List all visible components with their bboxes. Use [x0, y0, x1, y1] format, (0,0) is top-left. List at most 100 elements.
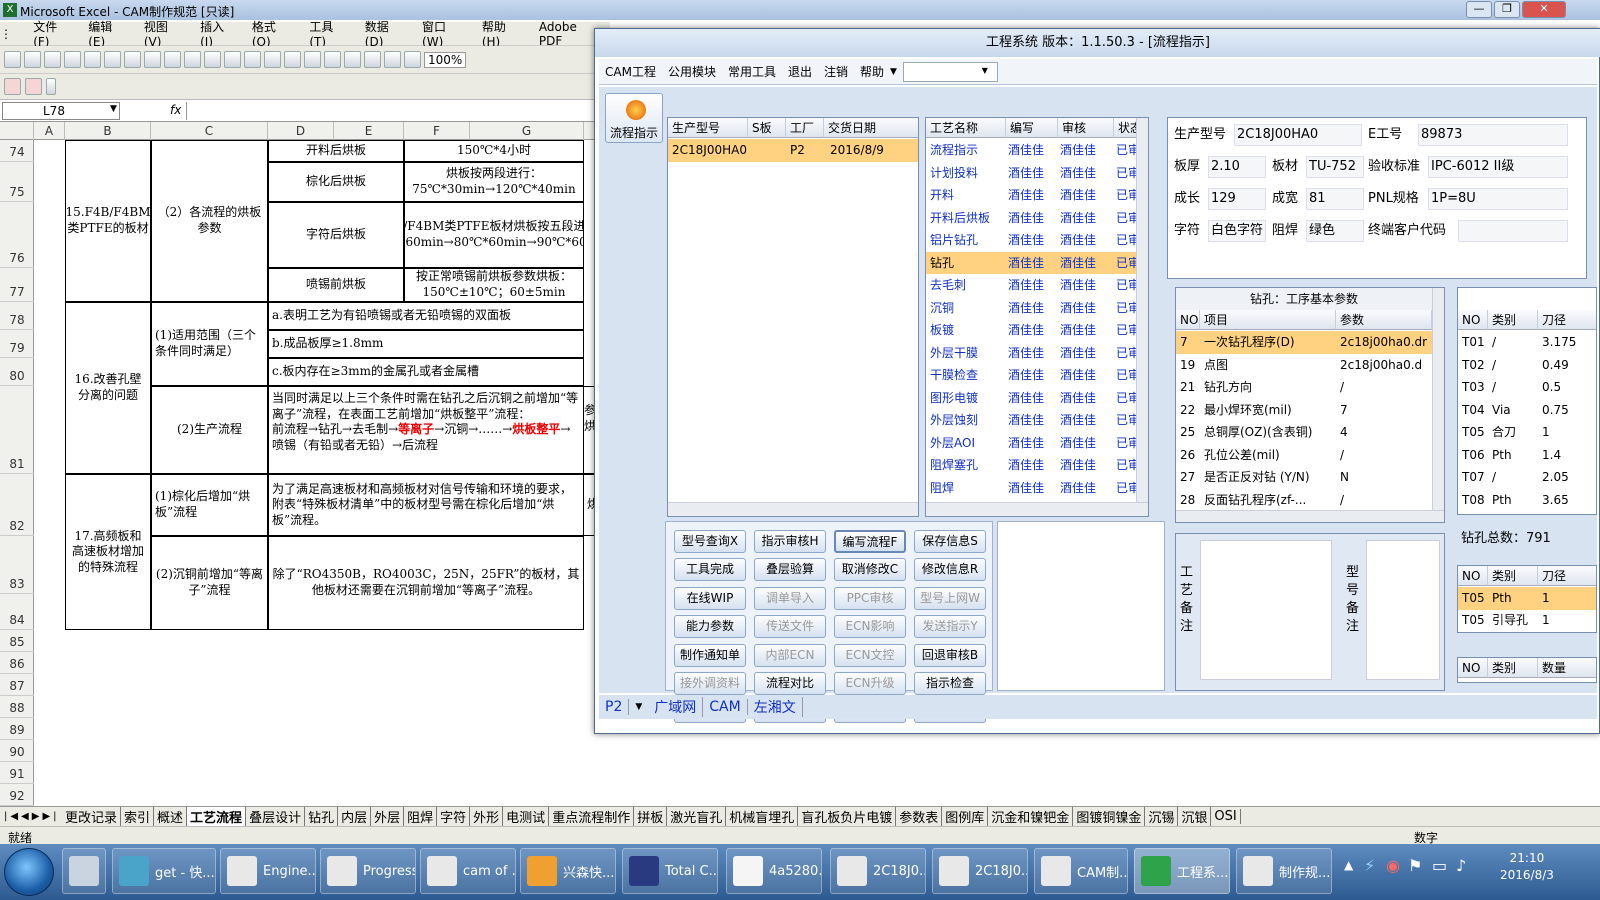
action-button[interactable]: 发送指示Y [914, 615, 986, 639]
action-button[interactable]: ECN影响 [834, 615, 906, 639]
sheet-tab[interactable]: 阻焊 [404, 807, 438, 826]
process-row[interactable]: 外层干膜 酒佳佳 酒佳佳 已审 [926, 342, 1140, 365]
sheet-tab[interactable]: 电测试 [503, 807, 550, 826]
tools2-row[interactable]: T05 引导孔 1 [1458, 609, 1596, 632]
cell-d-82[interactable]: 为了满足高速板材和高频板材对信号传输和环境的要求，附表“特殊板材清单”中的板材型… [268, 474, 584, 536]
row-header[interactable]: 82 [0, 474, 34, 536]
field-pnl[interactable]: 1P=8U [1428, 188, 1568, 210]
process-row[interactable]: 铝片钻孔 酒佳佳 酒佳佳 已审 [926, 229, 1140, 252]
process-row[interactable]: 计划投料 酒佳佳 酒佳佳 已审 [926, 162, 1140, 185]
save-icon[interactable] [44, 51, 61, 68]
hyperlink-icon[interactable] [304, 51, 321, 68]
action-button[interactable]: 指示检查 [914, 672, 986, 695]
flow-indication-button[interactable]: 流程指示 [605, 93, 663, 143]
row-header[interactable]: 81 [0, 386, 34, 474]
paste-icon[interactable] [224, 51, 241, 68]
taskbar-item[interactable]: 2C18J0... [932, 848, 1028, 894]
row-header[interactable]: 89 [0, 718, 34, 740]
taskbar-item[interactable]: 4a5280... [726, 848, 822, 894]
row-header[interactable]: 87 [0, 674, 34, 696]
tray-volume-icon[interactable]: ♪ [1456, 856, 1466, 875]
tools-header[interactable]: 刀径 [1538, 310, 1596, 330]
action-button[interactable]: 型号上网W [914, 586, 986, 610]
orders-header[interactable]: S板 [748, 118, 786, 138]
field-material[interactable]: TU-752 [1306, 156, 1364, 178]
cell-c-81[interactable]: (2)生产流程 [151, 386, 268, 474]
sort-ascending-icon[interactable] [344, 51, 361, 68]
sheet-tab[interactable]: 字符 [437, 807, 471, 826]
cell-f-74[interactable]: 150℃*4小时 [404, 140, 584, 162]
menu-file[interactable]: 文件(F) [25, 18, 80, 49]
row-header[interactable]: 91 [0, 762, 34, 784]
tools3-header[interactable]: 类别 [1488, 658, 1538, 678]
process-row[interactable]: 干膜检查 酒佳佳 酒佳佳 已审 [926, 364, 1140, 387]
process-row[interactable]: 阻焊塞孔 酒佳佳 酒佳佳 已审 [926, 454, 1140, 477]
cell-f-77[interactable]: 按正常喷锡前烘板参数烘板：150℃±10℃；60±5min [404, 268, 584, 302]
action-button[interactable]: 制作通知单 [674, 643, 746, 667]
cell-c-74[interactable]: （2）各流程的烘板参数 [151, 140, 268, 302]
sheet-tab[interactable]: 拼板 [634, 807, 668, 826]
tool-row[interactable]: T06 Pth 1.4 [1458, 444, 1596, 467]
drill-params-header[interactable]: NO [1176, 310, 1200, 330]
field-mask[interactable]: 绿色 [1306, 220, 1364, 242]
process-row[interactable]: 开料 酒佳佳 酒佳佳 已审 [926, 184, 1140, 207]
action-button[interactable]: 调单导入 [754, 586, 826, 610]
taskbar-item[interactable]: 兴森快... [520, 848, 616, 894]
taskbar-item[interactable]: 2C18J0... [830, 848, 926, 894]
orders-header[interactable]: 工厂 [786, 118, 824, 138]
factory-dropdown-icon[interactable]: ▼ [629, 702, 648, 712]
minimize-button[interactable]: — [1466, 1, 1492, 18]
drill-param-row[interactable]: 7 一次钻孔程序(D) 2c18j00ha0.dr [1176, 331, 1432, 354]
menu-insert[interactable]: 插入(I) [192, 18, 244, 49]
taskbar-item[interactable]: Engine... [220, 848, 316, 894]
tools2-header[interactable]: NO [1458, 566, 1488, 586]
cell-d-81[interactable]: 当同时满足以上三个条件时需在钻孔之后沉铜之前增加“等离子”流程，在表面工艺前增加… [268, 386, 584, 474]
tray-flag-icon[interactable]: ⚑ [1408, 856, 1422, 875]
tools-header[interactable]: 类别 [1488, 310, 1538, 330]
tool-row[interactable]: T05 合刀 1 [1458, 421, 1596, 444]
sheet-tab[interactable]: 更改记录 [62, 807, 122, 826]
field-eno[interactable]: 89873 [1418, 124, 1568, 146]
action-button[interactable]: 流程对比 [754, 672, 826, 695]
taskbar-clock[interactable]: 21:10 2016/8/3 [1500, 850, 1554, 884]
row-header[interactable]: 85 [0, 630, 34, 652]
row-header[interactable]: 79 [0, 330, 34, 358]
drill-hscroll[interactable] [1176, 510, 1444, 522]
fx-icon[interactable]: fx [170, 103, 181, 117]
cell-c-82[interactable]: (1)棕化后增加“烘板”流程 [151, 474, 268, 536]
tool-row[interactable]: T03 / 0.5 [1458, 376, 1596, 399]
cam-menu-common[interactable]: 公用模块 [662, 63, 722, 80]
tray-expand-icon[interactable]: ▲ [1344, 858, 1353, 872]
cam-menu-logout[interactable]: 注销 [818, 63, 854, 80]
action-button[interactable]: PPC审核 [834, 586, 906, 610]
cam-menu-exit[interactable]: 退出 [782, 63, 818, 80]
toolbar-options-icon[interactable] [46, 78, 56, 95]
cam-menu-help[interactable]: 帮助 [854, 63, 890, 80]
taskbar-calculator[interactable] [62, 848, 106, 894]
cam-menu-combo[interactable]: ▼ [902, 61, 998, 82]
print-preview-icon[interactable] [124, 51, 141, 68]
spreadsheet-grid[interactable]: 15.F4B/F4BM类PTFE的板材 （2）各流程的烘板参数 开料后烘板 15… [34, 140, 598, 806]
column-header[interactable]: E [334, 122, 404, 140]
close-button[interactable]: ✕ [1522, 1, 1566, 18]
action-button[interactable]: 内部ECN [754, 643, 826, 667]
cell-d-77[interactable]: 喷锡前烘板 [268, 268, 404, 302]
row-header[interactable]: 77 [0, 268, 34, 302]
taskbar-item[interactable]: Total C... [622, 848, 718, 894]
taskbar-item[interactable]: Progress [320, 848, 416, 894]
action-button[interactable]: 保存信息S [914, 530, 986, 553]
row-header[interactable]: 76 [0, 202, 34, 268]
action-button[interactable]: 接外调资料 [674, 672, 746, 695]
menu-format[interactable]: 格式(O) [244, 18, 301, 49]
help-dropdown-icon[interactable]: ▼ [890, 67, 897, 77]
process-row[interactable]: 外层AOI 酒佳佳 酒佳佳 已审 [926, 432, 1140, 455]
cam-menu-tools[interactable]: 常用工具 [722, 63, 782, 80]
process-header[interactable]: 工艺名称 [926, 118, 1006, 138]
taskbar-item-active[interactable]: 工程系... [1134, 848, 1230, 894]
tools-header[interactable]: NO [1458, 310, 1488, 330]
tool-row[interactable]: T08 Pth 3.65 [1458, 489, 1596, 512]
sheet-tab[interactable]: 叠层设计 [246, 807, 306, 826]
zoom-select[interactable]: 100% [424, 51, 467, 68]
action-button[interactable]: 工具完成 [674, 558, 746, 582]
row-header[interactable]: 92 [0, 784, 34, 806]
